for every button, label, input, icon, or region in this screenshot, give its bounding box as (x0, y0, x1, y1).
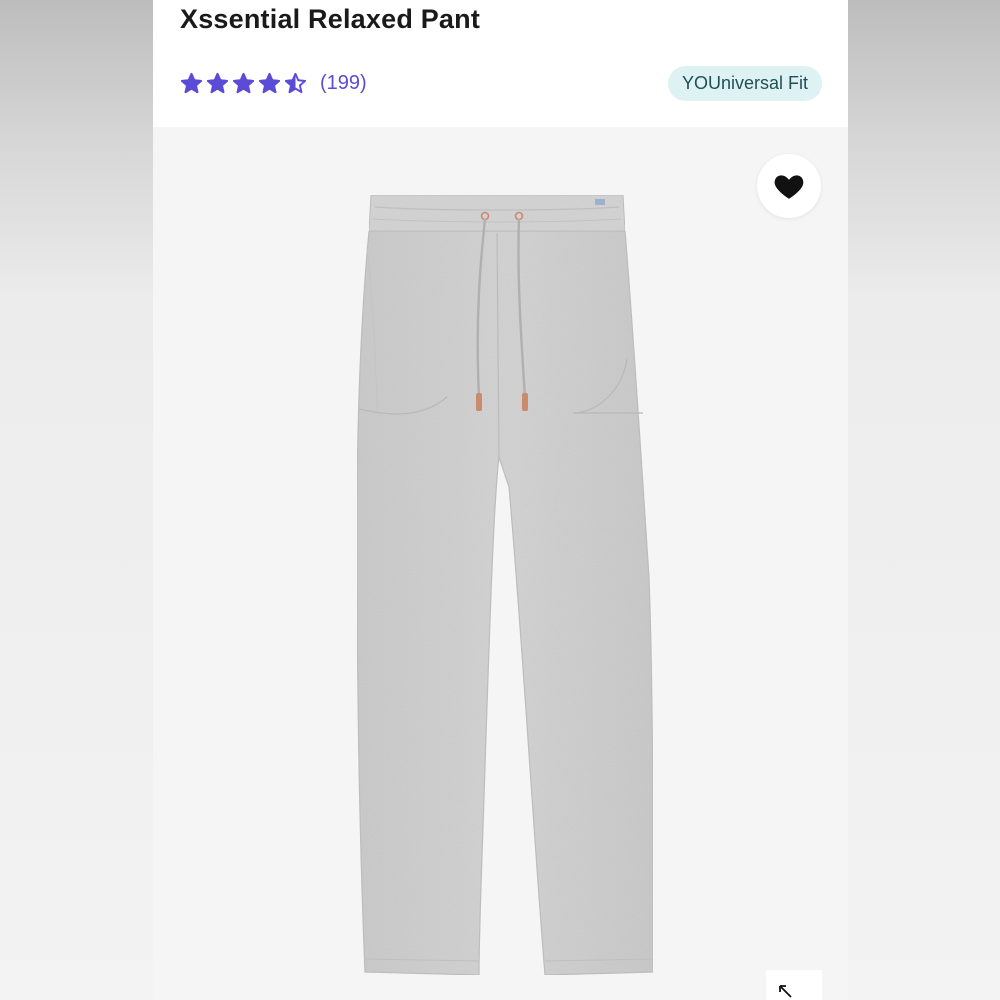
star-full-icon (206, 72, 229, 93)
rating-summary[interactable]: (199) (180, 67, 367, 99)
screen: Xssential Relaxed Pant (199) YOUniversal… (0, 0, 1000, 1000)
product-image (356, 194, 654, 976)
heart-icon (774, 175, 804, 199)
star-rating (180, 72, 310, 95)
product-title: Xssential Relaxed Pant (180, 4, 481, 34)
right-backdrop (848, 0, 1000, 1000)
expand-image-button[interactable] (766, 970, 822, 1000)
fit-badge[interactable]: YOUniversal Fit (667, 66, 822, 101)
review-count[interactable]: (199) (320, 72, 367, 95)
left-backdrop (0, 0, 153, 1000)
wishlist-button[interactable] (757, 154, 821, 218)
expand-arrow-icon (779, 985, 792, 998)
star-full-icon (232, 72, 255, 93)
star-half-icon (284, 72, 307, 93)
product-image-area (153, 127, 848, 1000)
product-panel: Xssential Relaxed Pant (199) YOUniversal… (153, 0, 848, 1000)
star-full-icon (258, 72, 281, 93)
star-full-icon (180, 72, 203, 93)
